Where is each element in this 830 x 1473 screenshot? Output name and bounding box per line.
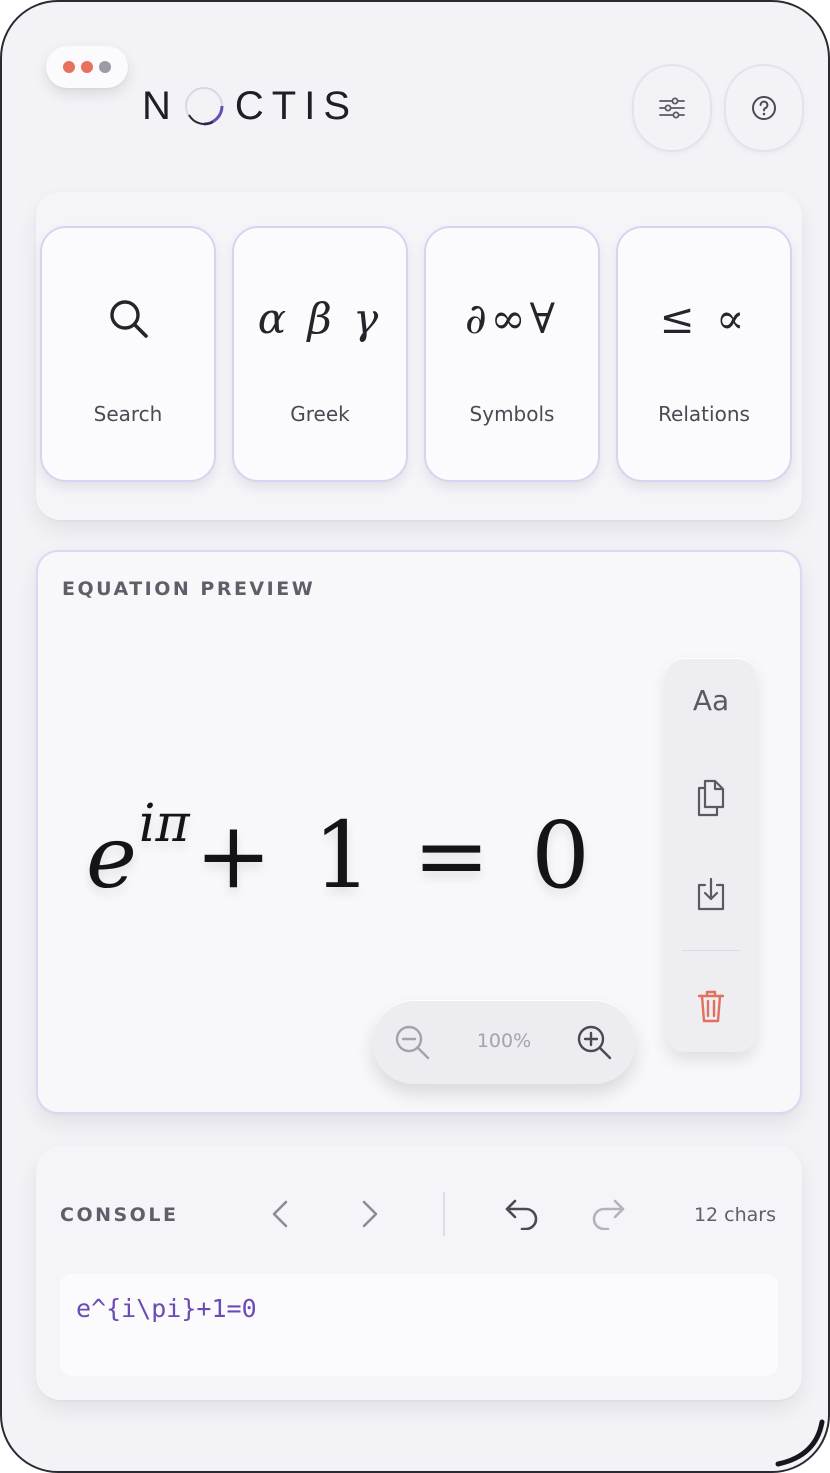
chevron-right-icon	[362, 1200, 378, 1228]
latex-input-text: e^{i\pi}+1=0	[76, 1294, 257, 1323]
tile-symbols-label: Symbols	[469, 402, 555, 426]
window-controls[interactable]	[46, 46, 128, 88]
console-panel: CONSOLE 12 chars e^{i\pi}+1=0	[36, 1146, 802, 1400]
font-button[interactable]: Aa	[666, 670, 756, 730]
window-dot-minimize[interactable]	[81, 61, 93, 73]
equation-render: eiπ + 1 = 0	[86, 794, 596, 942]
copy-button[interactable]	[666, 768, 756, 828]
brand-letter-n: N	[142, 83, 179, 128]
tile-greek[interactable]: α β γ Greek	[232, 226, 408, 482]
zoom-control: 100%	[372, 1000, 636, 1084]
window-dot-close[interactable]	[63, 61, 75, 73]
char-count: 12 chars	[693, 1204, 776, 1226]
search-icon	[110, 300, 148, 338]
equation-preview-panel: EQUATION PREVIEW eiπ + 1 = 0 Aa 100%	[36, 550, 802, 1114]
tile-greek-label: Greek	[290, 402, 350, 426]
equation-rest: + 1 = 0	[194, 802, 596, 909]
brand-logo: N CTIS	[142, 84, 358, 128]
tile-symbols-glyph: ∂∞∀	[464, 293, 560, 343]
download-icon	[697, 877, 725, 911]
copy-icon	[697, 779, 725, 817]
tile-search-label: Search	[93, 402, 163, 426]
brand-moon-icon	[184, 87, 224, 126]
brand-letters-ctis: CTIS	[234, 83, 359, 128]
tile-relations[interactable]: ≤ ∝ Relations	[616, 226, 792, 482]
redo-button[interactable]	[586, 1192, 630, 1236]
symbol-palette: Search α β γ Greek ∂∞∀ Symbols ≤ ∝ Relat…	[36, 192, 802, 520]
tile-search-glyph	[42, 288, 214, 348]
console-divider	[443, 1192, 445, 1236]
tile-relations-label: Relations	[658, 402, 750, 426]
cursor-right-button[interactable]	[348, 1192, 392, 1236]
tile-greek-glyph: α β γ	[257, 293, 383, 343]
toolbar-divider	[682, 950, 740, 951]
undo-button[interactable]	[500, 1192, 544, 1236]
preview-toolbar: Aa	[666, 658, 756, 1052]
window-dot-maximize[interactable]	[99, 61, 111, 73]
help-circle-icon	[752, 96, 776, 120]
console-title: CONSOLE	[60, 1204, 179, 1226]
equation-superscript: iπ	[138, 794, 190, 854]
tile-relations-glyph: ≤ ∝	[659, 293, 749, 343]
latex-input[interactable]: e^{i\pi}+1=0	[60, 1274, 778, 1376]
equation-base: e	[86, 808, 137, 908]
sliders-icon	[659, 97, 685, 119]
trash-icon	[697, 990, 725, 1023]
zoom-in-icon	[577, 1025, 612, 1060]
tile-symbols[interactable]: ∂∞∀ Symbols	[424, 226, 600, 482]
chevron-left-icon	[272, 1200, 288, 1228]
download-button[interactable]	[666, 864, 756, 924]
redo-icon	[592, 1199, 625, 1230]
delete-button[interactable]	[666, 976, 756, 1036]
zoom-in-button[interactable]	[574, 1022, 614, 1067]
tile-search[interactable]: Search	[40, 226, 216, 482]
app-frame: N CTIS Search α β γ Greek ∂∞∀ Symbols ≤ …	[0, 0, 830, 1473]
settings-button[interactable]	[632, 64, 712, 152]
equation-preview-title: EQUATION PREVIEW	[62, 578, 316, 600]
undo-icon	[505, 1199, 538, 1230]
cursor-left-button[interactable]	[258, 1192, 302, 1236]
help-button[interactable]	[724, 64, 804, 152]
resize-handle[interactable]	[772, 1412, 830, 1472]
